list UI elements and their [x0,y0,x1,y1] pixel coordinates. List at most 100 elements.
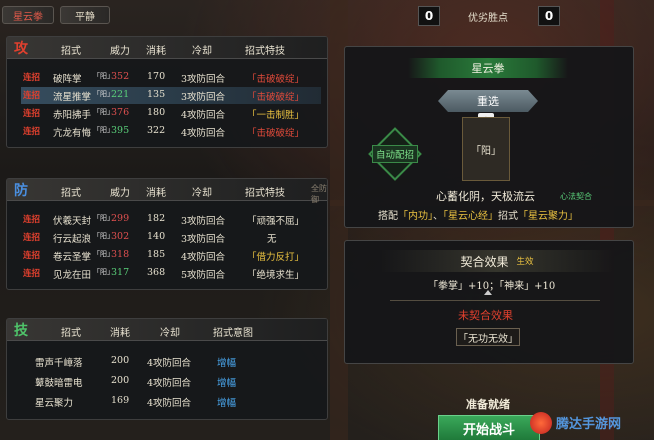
move-power: 317 [111,267,130,278]
move-cost: 182 [147,213,166,224]
move-cooldown: 3攻防回合 [181,92,226,103]
move-cost: 169 [111,395,130,406]
header-trait: 招式特技 [245,46,285,57]
combo-label: 连招 [23,127,41,137]
move-cost: 322 [147,125,166,136]
skill-row[interactable]: 鼙鼓暗雷电 200 4攻防回合 增幅 [21,373,321,390]
move-cooldown: 3攻防回合 [181,74,226,85]
header-cost: 消耗 [146,46,166,57]
move-intent: 增幅 [217,358,237,369]
attack-row[interactable]: 连招 赤阳拂手 「阳」 376 180 4攻防回合 「一击制胜」 [21,105,321,122]
defense-row[interactable]: 连招 卷云圣掌 「阳」 318 185 4攻防回合 「借力反打」 [21,247,321,264]
header-move: 招式 [61,188,81,199]
combo-label: 连招 [23,73,41,83]
move-cost: 135 [147,89,166,100]
header-cost: 消耗 [110,328,130,339]
book-yang-tag: 「阳」 [462,117,510,181]
auto-config-button[interactable]: 自动配招 [366,127,424,181]
defense-tag: 防 [14,183,28,199]
move-cost: 170 [147,71,166,82]
attack-row[interactable]: 连招 破阵掌 「阳」 352 170 3攻防回合 「击破破绽」 [21,69,321,86]
bond-title-bar: 契合效果 生效 [380,250,614,272]
site-watermark: 腾达手游网 [530,405,654,440]
move-cost: 368 [147,267,166,278]
move-power: 352 [111,71,130,82]
move-cooldown: 3攻防回合 [181,234,226,245]
move-intent: 增幅 [217,398,237,409]
move-name: 赤阳拂手 [53,110,92,121]
top-bar: 星云拳 平静 0 优劣胜点 0 [0,0,654,30]
move-cooldown: 4攻防回合 [181,110,226,121]
move-cooldown: 4攻防回合 [147,398,192,409]
header-intent: 招式意图 [213,328,253,339]
move-trait: 无 [267,234,277,245]
move-trait: 「顽强不屈」 [247,216,305,227]
move-cooldown: 4攻防回合 [147,358,192,369]
defense-row[interactable]: 连招 见龙在田 「阳」 317 368 5攻防回合 「绝境求生」 [21,265,321,282]
combo-label: 连招 [23,215,41,225]
move-trait: 「绝境求生」 [247,270,305,281]
match-prefix: 搭配 [378,211,398,222]
left-score: 0 [418,6,440,26]
start-battle-button[interactable]: 开始战斗 [438,415,540,440]
ready-label: 准备就绪 [466,398,510,411]
combo-label: 连招 [23,269,41,279]
status-tab[interactable]: 平静 [60,6,110,24]
move-power: 221 [111,89,130,100]
bond-title: 契合效果 [460,254,509,269]
style-title: 星云拳 [408,58,568,78]
match-item-neigong: 「内功」 [398,211,433,222]
header-cooldown: 冷却 [160,328,180,339]
combo-label: 连招 [23,109,41,119]
move-name: 星云聚力 [35,398,74,409]
defense-panel: 防 招式 威力 消耗 冷却 招式特技 全防御 连招 伏羲天封 「阳」 299 1… [6,178,328,290]
move-cost: 200 [111,355,130,366]
move-name: 伏羲天封 [53,216,92,227]
move-cost: 200 [111,375,130,386]
unmet-title: 未契合效果 [458,309,513,322]
move-name: 鼙鼓暗雷电 [35,378,83,389]
attack-row[interactable]: 连招 流星推掌 「阳」 221 135 3攻防回合 「击破破绽」 [21,87,321,104]
match-item-xinjing: 「星云心经」 [443,211,498,222]
advantage-points-label: 优劣胜点 [468,13,508,24]
move-trait: 「击破破绽」 [247,92,305,103]
header-cooldown: 冷却 [192,46,212,57]
move-cooldown: 5攻防回合 [181,270,226,281]
move-name: 见龙在田 [53,270,92,281]
skill-panel: 技 招式 消耗 冷却 招式意图 雷声千嶂落 200 4攻防回合 增幅 鼙鼓暗雷电… [6,318,328,420]
skill-row[interactable]: 星云聚力 169 4攻防回合 增幅 [21,393,321,410]
header-power: 威力 [110,46,130,57]
move-power: 376 [111,107,130,118]
skill-header: 技 招式 消耗 冷却 招式意图 [7,319,327,341]
defense-header: 防 招式 威力 消耗 冷却 招式特技 [7,179,327,201]
move-cost: 140 [147,231,166,242]
watermark-text: 腾达手游网 [556,417,622,432]
move-cooldown: 4攻防回合 [181,252,226,263]
defense-row[interactable]: 连招 行云起浪 「阳」 302 140 3攻防回合 无 [21,229,321,246]
move-intent: 增幅 [217,378,237,389]
heart-method-text: 心蓄化阴，天极流云 [436,190,535,203]
combo-label: 连招 [23,251,41,261]
reselect-button[interactable]: 重选 [438,90,538,112]
defense-row[interactable]: 连招 伏羲天封 「阳」 299 182 3攻防回合 「顽强不屈」 [21,211,321,228]
header-power: 威力 [110,188,130,199]
bond-divider [390,300,600,301]
heart-match-tag: 心法契合 [560,192,592,201]
skill-row[interactable]: 雷声千嶂落 200 4攻防回合 增幅 [21,353,321,370]
attack-header: 攻 招式 威力 消耗 冷却 招式特技 [7,37,327,59]
auto-config-label: 自动配招 [371,145,418,163]
move-power: 318 [111,249,130,260]
move-name: 行云起浪 [53,234,92,245]
combo-label: 连招 [23,91,41,101]
bond-status: 生效 [516,257,534,267]
defense-note: 全防御 [311,184,327,204]
move-name: 亢龙有悔 [53,128,92,139]
character-name-tab[interactable]: 星云拳 [2,6,54,24]
move-name: 雷声千嶂落 [35,358,83,369]
move-trait: 「击破破绽」 [247,128,305,139]
header-move: 招式 [61,46,81,57]
move-power: 395 [111,125,130,136]
move-power: 299 [111,213,130,224]
header-cooldown: 冷却 [192,188,212,199]
attack-row[interactable]: 连招 亢龙有悔 「阳」 395 322 4攻防回合 「击破破绽」 [21,123,321,140]
